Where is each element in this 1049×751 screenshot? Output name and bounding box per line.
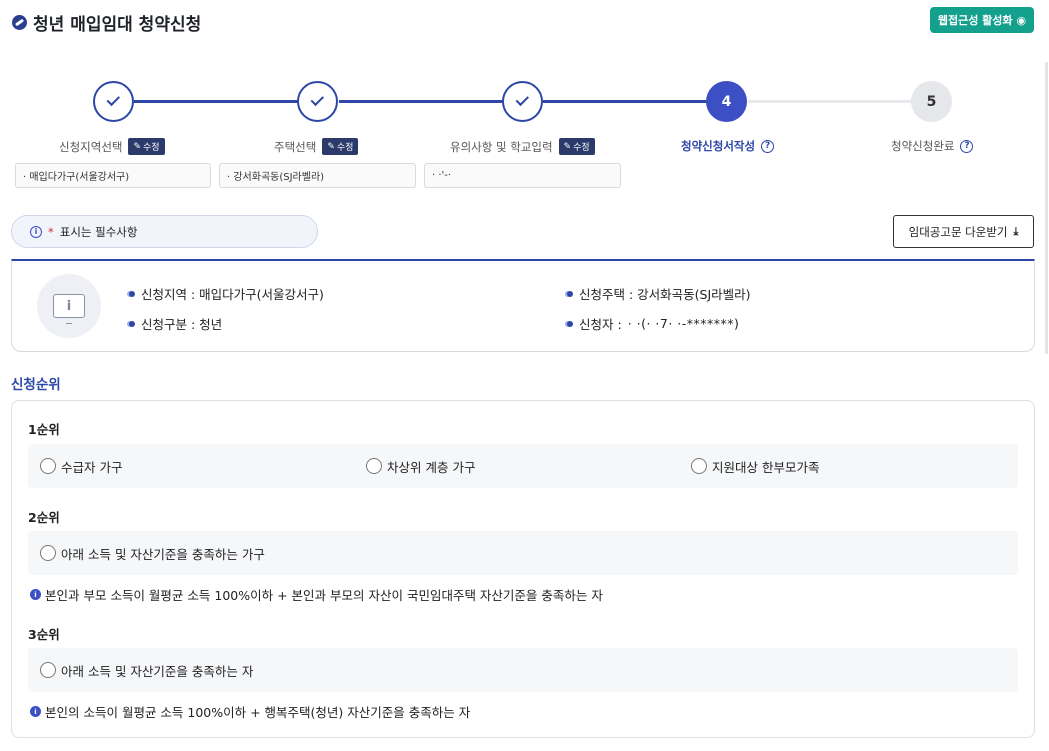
step-5-label: 청약신청완료 ? [891, 138, 974, 154]
applicant-prefix: 신청자 : [579, 317, 622, 332]
applicant-type: 신청구분 : 청년 [129, 314, 222, 333]
bullet-icon [567, 290, 573, 297]
edit-house-button[interactable]: ✎ 수정 [322, 138, 359, 155]
step-connector-4 [748, 100, 912, 103]
help-icon[interactable]: ? [761, 139, 775, 153]
pencil-icon: ✎ [133, 141, 142, 152]
step-3-label: 유의사항 및 학교입력 ✎ 수정 [450, 138, 595, 155]
rank-2-criteria: i 본인과 부모 소득이 월평균 소득 100%이하 + 본인과 부모의 자산이… [30, 585, 603, 604]
rank-3-options: 아래 소득 및 자산기준을 충족하는 자 [28, 648, 1018, 692]
step-5-circle: 5 [911, 81, 952, 122]
pencil-icon: ✎ [327, 141, 335, 152]
logo-icon [12, 15, 27, 30]
step-1-summary: · 매입다가구(서울강서구) [15, 163, 211, 188]
applicant-name: 신청자 : · ·(· ·7· ·-*******) [567, 314, 739, 333]
option-label: 아래 소득 및 자산기준을 충족하는 가구 [61, 546, 265, 562]
criteria-text: 본인과 부모 소득이 월평균 소득 100%이하 + 본인과 부모의 자산이 국… [45, 588, 603, 603]
edit-notice-button[interactable]: ✎ 수정 [558, 138, 595, 155]
step-2-label: 주택선택 ✎ 수정 [274, 138, 359, 155]
radio-button[interactable] [40, 458, 56, 474]
applicant-region: 신청지역 : 매입다가구(서울강서구) [129, 284, 324, 303]
step-3-circle [502, 81, 543, 122]
info-icon: i [30, 589, 41, 600]
option-single-parent-family[interactable]: 지원대상 한부모가족 [691, 444, 819, 488]
monitor-info-icon: i [53, 294, 85, 324]
type-text: 신청구분 : 청년 [141, 317, 223, 332]
applicant-house: 신청주택 : 강서화곡동(SJ라벨라) [567, 284, 751, 303]
step-label-text: 신청지역선택 [59, 139, 123, 154]
download-notice-button[interactable]: 임대공고문 다운받기 ⤓ [893, 215, 1034, 248]
rank-2-title: 2순위 [28, 510, 60, 525]
option-rank-3-income-asset[interactable]: 아래 소득 및 자산기준을 충족하는 자 [40, 648, 253, 692]
step-connector-2 [339, 100, 503, 103]
required-asterisk: * [48, 224, 54, 239]
check-icon [310, 92, 324, 107]
step-3-summary: · ·'-· [424, 163, 621, 188]
radio-button[interactable] [691, 458, 707, 474]
step-2-circle [297, 81, 338, 122]
radio-button[interactable] [366, 458, 382, 474]
step-4-circle: 4 [706, 81, 747, 122]
bullet-icon [129, 320, 135, 327]
pencil-icon: ✎ [563, 141, 572, 152]
ranking-card: 1순위 수급자 가구 차상위 계층 가구 지원대상 한부모가족 2순위 아래 소… [11, 400, 1035, 738]
applicant-info-card: i 신청지역 : 매입다가구(서울강서구) 신청구분 : 청년 신청주택 : 강… [11, 259, 1035, 352]
applicant-avatar: i [37, 274, 101, 338]
edit-region-button[interactable]: ✎ 수정 [128, 138, 165, 155]
step-label-text: 청약신청서작성 [681, 139, 756, 153]
option-rank-2-income-asset[interactable]: 아래 소득 및 자산기준을 충족하는 가구 [40, 531, 265, 575]
check-icon [515, 92, 529, 107]
check-icon [106, 92, 120, 107]
radio-button[interactable] [40, 545, 56, 561]
download-icon: ⤓ [1013, 224, 1019, 238]
accessibility-label: 웹접근성 활성화 [937, 14, 1013, 27]
step-connector-3 [543, 100, 707, 103]
download-label: 임대공고문 다운받기 [908, 224, 1008, 239]
info-icon: i [30, 706, 41, 717]
rank-2-options: 아래 소득 및 자산기준을 충족하는 가구 [28, 531, 1018, 575]
edit-label: 수정 [336, 143, 354, 153]
step-2-summary: · 강서화곡동(SJ라벨라) [219, 163, 416, 188]
step-connector-1 [134, 100, 298, 103]
required-notice-text: 표시는 필수사항 [59, 224, 138, 239]
rank-3-criteria: i 본인의 소득이 월평균 소득 100%이하 + 행복주택(청년) 자산기준을… [30, 702, 470, 721]
house-text: 신청주택 : 강서화곡동(SJ라벨라) [579, 287, 751, 302]
applicant-masked-id: · ·(· ·7· ·-*******) [627, 316, 740, 331]
edit-label: 수정 [143, 143, 160, 153]
edit-label: 수정 [573, 143, 590, 153]
eye-icon: ◉ [1016, 13, 1027, 27]
option-recipient-household[interactable]: 수급자 가구 [40, 444, 122, 488]
step-4-label: 청약신청서작성 ? [681, 138, 775, 154]
step-1-label: 신청지역선택 ✎ 수정 [59, 138, 165, 155]
step-label-text: 유의사항 및 학교입력 [450, 139, 553, 154]
region-text: 신청지역 : 매입다가구(서울강서구) [141, 287, 324, 302]
bullet-icon [567, 320, 573, 327]
scrollbar[interactable] [1045, 62, 1048, 354]
criteria-text: 본인의 소득이 월평균 소득 100%이하 + 행복주택(청년) 자산기준을 충… [45, 705, 471, 720]
page-title: 청년 매입임대 청약신청 [12, 10, 201, 35]
step-label-text: 청약신청완료 [891, 139, 955, 153]
page-title-text: 청년 매입임대 청약신청 [33, 15, 202, 35]
info-icon: i [30, 225, 42, 238]
option-label: 차상위 계층 가구 [387, 459, 476, 475]
help-icon[interactable]: ? [960, 139, 974, 153]
bullet-icon [129, 290, 135, 297]
ranking-section-title: 신청순위 [11, 377, 61, 393]
option-label: 수급자 가구 [61, 459, 123, 475]
option-near-poverty-household[interactable]: 차상위 계층 가구 [366, 444, 475, 488]
rank-1-options: 수급자 가구 차상위 계층 가구 지원대상 한부모가족 [28, 444, 1018, 488]
accessibility-toggle-button[interactable]: 웹접근성 활성화 ◉ [930, 7, 1034, 33]
step-label-text: 주택선택 [274, 139, 317, 154]
required-notice: i * 표시는 필수사항 [11, 215, 318, 248]
radio-button[interactable] [40, 662, 56, 678]
option-label: 지원대상 한부모가족 [712, 459, 820, 475]
rank-3-title: 3순위 [28, 627, 60, 642]
rank-1-title: 1순위 [28, 422, 60, 437]
option-label: 아래 소득 및 자산기준을 충족하는 자 [61, 663, 254, 679]
step-1-circle [93, 81, 134, 122]
